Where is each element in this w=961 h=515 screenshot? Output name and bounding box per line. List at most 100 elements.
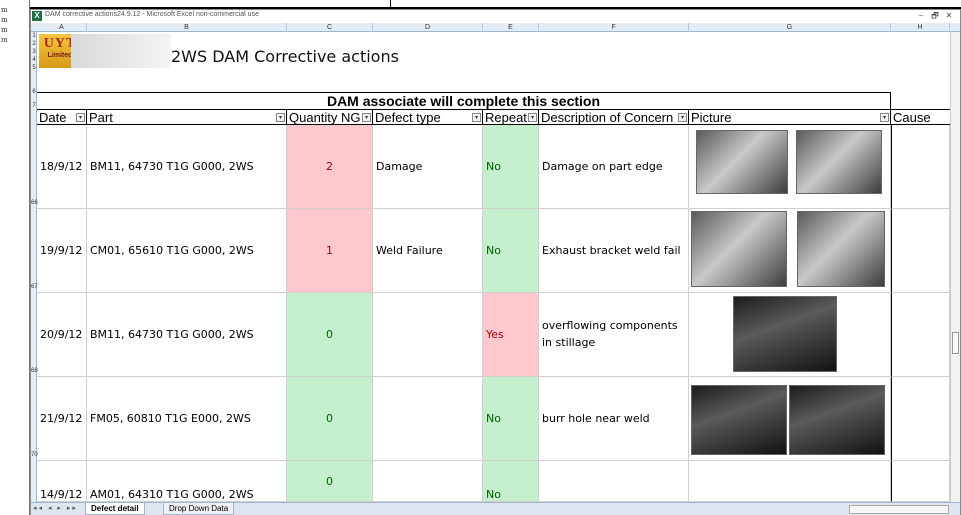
cell-defect[interactable]: Weld Failure: [373, 209, 483, 293]
background-text: m: [1, 16, 8, 24]
column-header-d[interactable]: D: [373, 23, 483, 32]
close-icon[interactable]: ✕: [942, 11, 956, 20]
header-repeat-label: Repeat: [485, 110, 527, 125]
row-header[interactable]: 5: [31, 65, 37, 71]
cell-defect[interactable]: [373, 293, 483, 377]
sheet-nav-arrows-icon[interactable]: ◂◂ ◂ ▸ ▸▸: [33, 504, 78, 512]
cell-cause[interactable]: [891, 377, 950, 461]
horizontal-scrollbar[interactable]: [849, 505, 949, 514]
background-window-strip: m m m m: [0, 0, 30, 515]
cell-repeat[interactable]: No: [483, 377, 539, 461]
cell-description[interactable]: Exhaust bracket weld fail: [539, 209, 689, 293]
cell-picture[interactable]: [689, 461, 891, 502]
header-description-label: Description of Concern: [541, 110, 674, 125]
cell-cause[interactable]: [891, 125, 950, 209]
row-header[interactable]: 4: [31, 57, 37, 63]
excel-window: X DAM corrective actions24.9.12 - Micros…: [30, 9, 961, 515]
tab-drop-down-data[interactable]: Drop Down Data: [163, 503, 235, 515]
cell-description[interactable]: Damage on part edge: [539, 125, 689, 209]
cell-quantity[interactable]: 0: [287, 461, 373, 502]
cell-part[interactable]: FM05, 60810 T1G E000, 2WS: [87, 377, 287, 461]
defect-photo[interactable]: [733, 296, 837, 372]
row-header[interactable]: 3: [31, 49, 37, 55]
defect-photo[interactable]: [696, 130, 788, 194]
cell-repeat[interactable]: No: [483, 209, 539, 293]
tab-defect-detail[interactable]: Defect detail: [85, 503, 145, 515]
cell-date[interactable]: 21/9/12: [37, 377, 87, 461]
title-bar: X DAM corrective actions24.9.12 - Micros…: [31, 10, 960, 23]
cell-quantity[interactable]: 1: [287, 209, 373, 293]
defect-photo[interactable]: [796, 130, 882, 194]
header-defect-type[interactable]: Defect type ▾: [373, 109, 483, 125]
cell-part[interactable]: BM11, 64730 T1G G000, 2WS: [87, 293, 287, 377]
column-header-f[interactable]: F: [539, 23, 689, 32]
cell-description[interactable]: overflowing components in stillage: [539, 293, 689, 377]
defect-photo[interactable]: [691, 385, 787, 455]
cell-date[interactable]: 14/9/12: [37, 461, 87, 502]
cell-picture[interactable]: [689, 377, 891, 461]
window-title: DAM corrective actions24.9.12 - Microsof…: [45, 11, 259, 18]
header-description[interactable]: Description of Concern ▾: [539, 109, 689, 125]
cell-part[interactable]: BM11, 64730 T1G G000, 2WS: [87, 125, 287, 209]
cell-cause[interactable]: [891, 209, 950, 293]
excel-icon[interactable]: X: [32, 11, 42, 21]
row-header[interactable]: 2: [31, 41, 37, 47]
cell-repeat[interactable]: No: [483, 461, 539, 502]
header-date[interactable]: Date ▾: [37, 109, 87, 125]
cell-quantity[interactable]: 2: [287, 125, 373, 209]
cell-date[interactable]: 19/9/12: [37, 209, 87, 293]
defect-photo[interactable]: [691, 211, 787, 287]
minimize-icon[interactable]: –: [914, 11, 928, 20]
cell-defect[interactable]: [373, 377, 483, 461]
scroll-thumb[interactable]: [952, 332, 959, 354]
cell-picture[interactable]: [689, 293, 891, 377]
column-header-e[interactable]: E: [483, 23, 539, 32]
cell-date[interactable]: 20/9/12: [37, 293, 87, 377]
restore-icon[interactable]: 🗗: [928, 10, 942, 24]
cell-defect[interactable]: Damage: [373, 125, 483, 209]
filter-dropdown-icon[interactable]: ▾: [880, 113, 889, 122]
vertical-scrollbar[interactable]: [950, 32, 960, 502]
column-header-h[interactable]: H: [891, 23, 950, 32]
cell-cause[interactable]: [891, 293, 950, 377]
header-defect-label: Defect type: [375, 110, 441, 125]
filter-dropdown-icon[interactable]: ▾: [362, 113, 371, 122]
cell-part[interactable]: AM01, 64310 T1G G000, 2WS: [87, 461, 287, 502]
cell-cause[interactable]: [891, 461, 950, 502]
cell-quantity[interactable]: 0: [287, 377, 373, 461]
header-picture[interactable]: Picture ▾: [689, 109, 891, 125]
background-topbar: [30, 0, 961, 9]
cell-repeat[interactable]: Yes: [483, 293, 539, 377]
cell-picture[interactable]: [689, 209, 891, 293]
column-header-g[interactable]: G: [689, 23, 891, 32]
filter-dropdown-icon[interactable]: ▾: [678, 113, 687, 122]
cell-part[interactable]: CM01, 65610 T1G G000, 2WS: [87, 209, 287, 293]
column-header-a[interactable]: A: [37, 23, 87, 32]
column-header-b[interactable]: B: [87, 23, 287, 32]
header-cause[interactable]: Cause: [891, 109, 950, 125]
window-controls: – 🗗 ✕: [914, 10, 956, 24]
logo-banner: [71, 34, 171, 68]
filter-dropdown-icon[interactable]: ▾: [76, 113, 85, 122]
column-headers: A B C D E F G H: [31, 23, 960, 32]
filter-dropdown-icon[interactable]: ▾: [472, 113, 481, 122]
background-text: m: [1, 26, 8, 34]
cell-date[interactable]: 18/9/12: [37, 125, 87, 209]
defect-photo[interactable]: [797, 211, 885, 287]
cell-repeat[interactable]: No: [483, 125, 539, 209]
filter-dropdown-icon[interactable]: ▾: [528, 113, 537, 122]
header-part[interactable]: Part ▾: [87, 109, 287, 125]
cell-quantity[interactable]: 0: [287, 293, 373, 377]
header-quantity[interactable]: Quantity NG ▾: [287, 109, 373, 125]
cell-description[interactable]: [539, 461, 689, 502]
cell-description[interactable]: burr hole near weld: [539, 377, 689, 461]
column-header-c[interactable]: C: [287, 23, 373, 32]
row-header[interactable]: 1: [31, 33, 37, 39]
cell-picture[interactable]: [689, 125, 891, 209]
header-repeat[interactable]: Repeat ▾: [483, 109, 539, 125]
filter-dropdown-icon[interactable]: ▾: [276, 113, 285, 122]
background-text: m: [1, 36, 8, 44]
header-part-label: Part: [89, 110, 113, 125]
cell-defect[interactable]: [373, 461, 483, 502]
defect-photo[interactable]: [789, 385, 885, 455]
